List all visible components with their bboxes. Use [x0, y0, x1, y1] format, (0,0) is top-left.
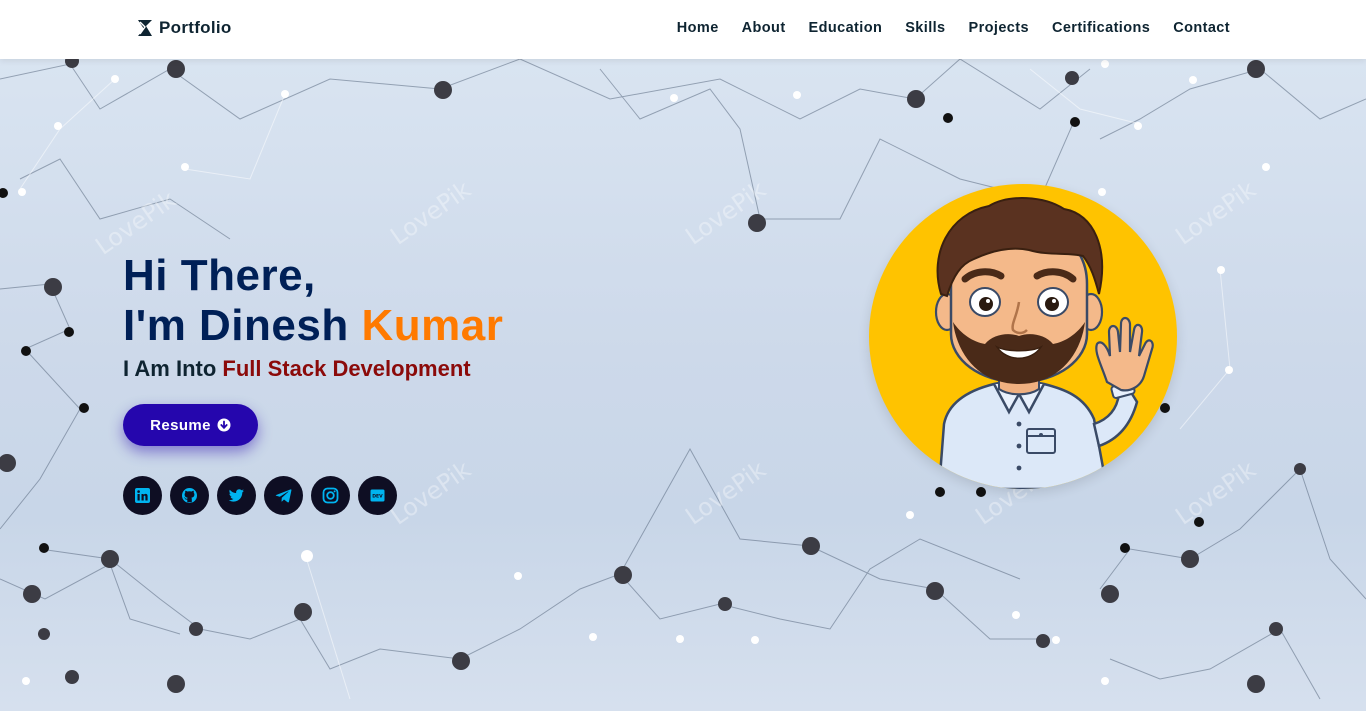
greeting-line2-prefix: I'm Dinesh: [123, 301, 362, 350]
dev-icon: DEV: [370, 489, 385, 502]
resume-button[interactable]: Resume: [123, 404, 258, 446]
logo-icon: [138, 20, 152, 36]
twitter-link[interactable]: [217, 476, 256, 515]
tagline-prefix: I Am Into: [123, 356, 223, 381]
greeting-name-accent: Kumar: [361, 301, 504, 350]
hero-section: LovePik LovePik LovePik LovePik LovePik …: [0, 59, 1366, 711]
avatar: [869, 184, 1177, 489]
instagram-icon: [322, 487, 339, 504]
hero-tagline: I Am Into Full Stack Development: [123, 356, 471, 382]
github-icon: [182, 488, 197, 503]
nav-certifications[interactable]: Certifications: [1052, 20, 1150, 36]
social-links: DEV: [123, 476, 397, 515]
dev-icon-label: DEV: [372, 494, 383, 500]
twitter-icon: [228, 489, 244, 502]
nav-education[interactable]: Education: [809, 20, 883, 36]
nav-skills[interactable]: Skills: [905, 20, 945, 36]
avatar-illustration: [934, 197, 1154, 489]
brand-text: Portfolio: [159, 18, 232, 37]
brand[interactable]: Portfolio: [137, 18, 232, 38]
linkedin-link[interactable]: [123, 476, 162, 515]
resume-label: Resume: [150, 416, 211, 434]
hero-heading: Hi There, I'm Dinesh Kumar: [123, 251, 503, 351]
navbar: Portfolio Home About Education Skills Pr…: [0, 0, 1366, 59]
dev-link[interactable]: DEV: [358, 476, 397, 515]
arrow-circle-down-icon: [217, 418, 231, 432]
tagline-role: Full Stack Development: [222, 356, 471, 381]
instagram-link[interactable]: [311, 476, 350, 515]
greeting-line1: Hi There,: [123, 251, 316, 300]
telegram-link[interactable]: [264, 476, 303, 515]
linkedin-icon: [135, 488, 150, 503]
telegram-icon: [275, 489, 292, 503]
nav-links: Home About Education Skills Projects Cer…: [654, 20, 1230, 36]
nav-contact[interactable]: Contact: [1173, 20, 1230, 36]
nav-projects[interactable]: Projects: [969, 20, 1029, 36]
nav-home[interactable]: Home: [677, 20, 719, 36]
github-link[interactable]: [170, 476, 209, 515]
nav-about[interactable]: About: [742, 20, 786, 36]
